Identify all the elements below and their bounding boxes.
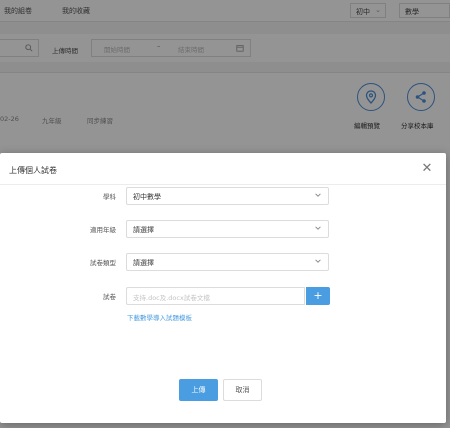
cancel-button[interactable]: 取消 [223, 379, 262, 401]
paper-file-input[interactable]: 支持.doc及.docx試卷文檔 [126, 287, 305, 305]
download-template-link[interactable]: 下載數學導入試題模板 [127, 312, 192, 322]
title-divider [0, 184, 446, 185]
chevron-down-icon [315, 226, 321, 230]
paper-file-label: 試卷 [103, 293, 116, 301]
chevron-down-icon [315, 259, 321, 263]
paper-type-select-value: 請選擇 [133, 259, 154, 267]
paper-file-placeholder: 支持.doc及.docx試卷文檔 [133, 294, 210, 302]
paper-type-select[interactable]: 請選擇 [126, 253, 329, 271]
subject-label: 學科 [103, 193, 116, 201]
grade-select-value: 請選擇 [133, 226, 154, 234]
add-file-button[interactable]: + [306, 287, 330, 305]
chevron-down-icon [315, 193, 321, 197]
grade-label: 適用年級 [90, 226, 116, 234]
upload-button[interactable]: 上傳 [179, 379, 218, 401]
dialog-title: 上傳個人試卷 [9, 166, 57, 175]
grade-select[interactable]: 請選擇 [126, 220, 329, 238]
subject-select-value: 初中數學 [133, 193, 161, 201]
close-icon[interactable]: ✕ [420, 162, 434, 176]
paper-type-label: 試卷類型 [90, 259, 116, 267]
subject-select[interactable]: 初中數學 [126, 187, 329, 205]
